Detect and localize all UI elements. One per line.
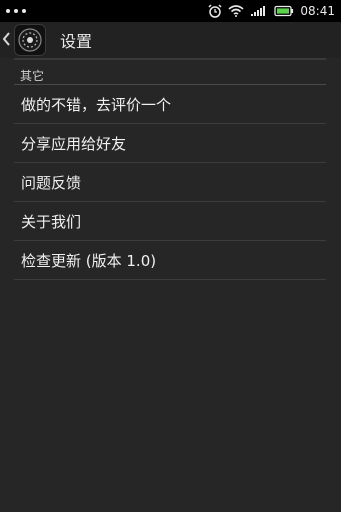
list-item-share-app[interactable]: 分享应用给好友 — [14, 124, 326, 163]
list-item-label: 做的不错，去评价一个 — [21, 95, 172, 114]
action-bar: 设置 — [0, 22, 341, 58]
chevron-left-icon — [2, 31, 11, 50]
list-item-rate-app[interactable]: 做的不错，去评价一个 — [14, 85, 326, 124]
list-item-label: 分享应用给好友 — [21, 134, 127, 153]
list-item-check-update[interactable]: 检查更新 (版本 1.0) — [14, 241, 326, 280]
page-title: 设置 — [60, 32, 93, 51]
app-icon[interactable] — [14, 24, 46, 56]
status-bar: 08:41 — [0, 0, 341, 22]
section-header: 其它 — [20, 69, 45, 83]
status-time: 08:41 — [300, 4, 335, 18]
action-bar-divider — [14, 58, 326, 60]
signal-icon — [250, 5, 268, 17]
back-button[interactable] — [2, 22, 12, 58]
list-item-label: 关于我们 — [21, 212, 82, 231]
list-item-feedback[interactable]: 问题反馈 — [14, 163, 326, 202]
wifi-icon — [228, 5, 244, 17]
notification-dots-icon — [6, 9, 26, 13]
list-item-label: 问题反馈 — [21, 173, 82, 192]
list-item-label: 检查更新 (版本 1.0) — [21, 251, 157, 270]
battery-icon — [274, 5, 294, 17]
alarm-icon — [208, 4, 222, 18]
list-item-about-us[interactable]: 关于我们 — [14, 202, 326, 241]
settings-list: 做的不错，去评价一个 分享应用给好友 问题反馈 关于我们 检查更新 (版本 1.… — [14, 85, 326, 280]
status-icons: 08:41 — [208, 4, 335, 18]
